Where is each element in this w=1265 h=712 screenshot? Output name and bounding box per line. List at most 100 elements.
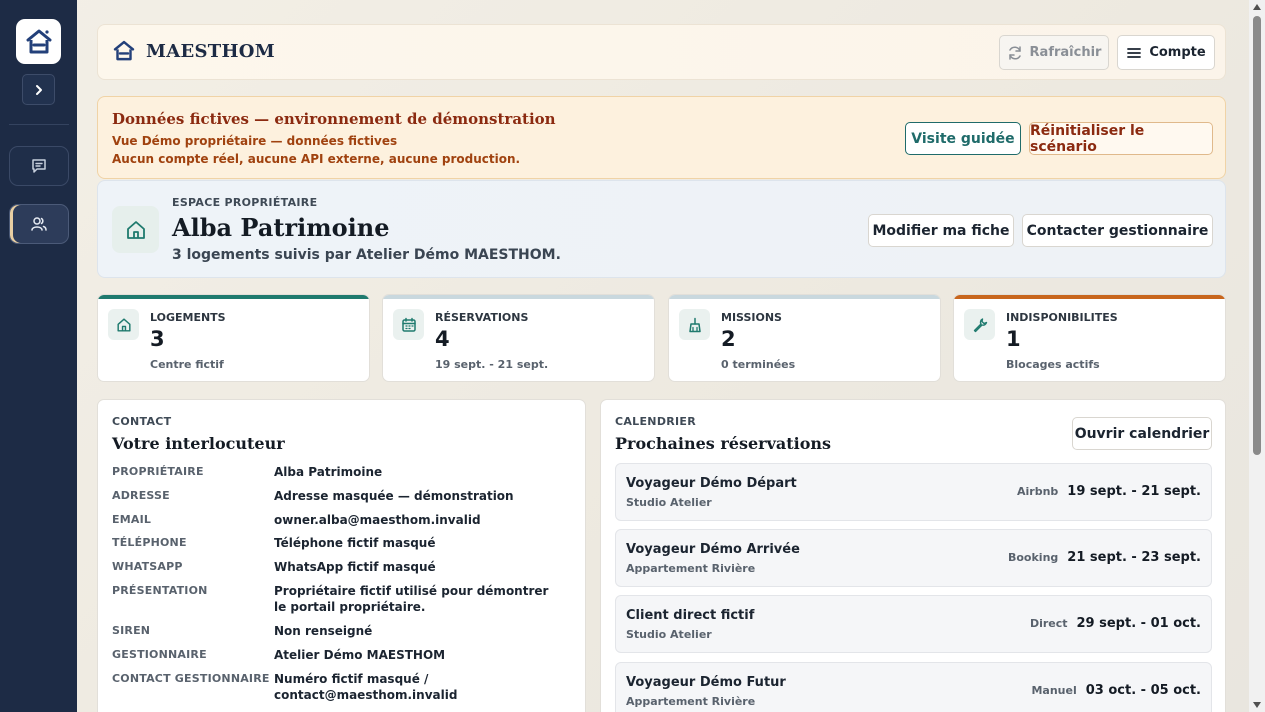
reset-scenario-button[interactable]: Réinitialiser le scénario [1029, 122, 1213, 155]
contact-eyebrow: CONTACT [112, 415, 172, 428]
contact-value: Alba Patrimoine [274, 465, 383, 479]
reservation-item[interactable]: Voyageur Démo Arrivée Appartement Rivièr… [615, 529, 1212, 587]
home-icon [116, 317, 131, 332]
contact-value: Propriétaire fictif utilisé pour démontr… [274, 584, 549, 614]
house-logo-icon [26, 29, 51, 53]
contact-row-owner: PROPRIÉTAIRE Alba Patrimoine [112, 464, 572, 480]
contact-row-presentation: PRÉSENTATION Propriétaire fictif utilisé… [112, 583, 572, 615]
guided-tour-button[interactable]: Visite guidée [905, 122, 1021, 155]
reservation-channel: Airbnb [1016, 485, 1059, 498]
open-calendar-button[interactable]: Ouvrir calendrier [1072, 417, 1212, 450]
menu-icon [1127, 47, 1142, 58]
wrench-icon [973, 317, 987, 332]
contact-key: ADRESSE [112, 489, 170, 502]
stat-label: MISSIONS [721, 311, 782, 324]
reservation-meta: Manuel 03 oct. - 05 oct. [1031, 683, 1201, 698]
contact-value: Atelier Démo MAESTHOM [274, 648, 446, 662]
calendar-title: Prochaines réservations [615, 434, 832, 453]
page-scrollbar[interactable] [1249, 0, 1265, 712]
reservation-guest: Voyageur Démo Futur [626, 675, 786, 690]
stat-value: 4 [435, 327, 450, 351]
contact-title: Votre interlocuteur [112, 434, 285, 453]
stat-accent [669, 295, 940, 299]
contact-row-manager-contact: CONTACT GESTIONNAIRE Numéro fictif masqu… [112, 671, 572, 703]
brand[interactable]: MAESTHOM [111, 38, 275, 64]
stat-accent [954, 295, 1225, 299]
stat-icon-badge [393, 309, 424, 340]
stat-accent [98, 295, 369, 299]
stat-sub: Centre fictif [150, 358, 224, 371]
contact-value: WhatsApp fictif masqué [274, 560, 436, 574]
message-icon [32, 159, 46, 173]
sidebar [0, 0, 77, 712]
top-bar: MAESTHOM Rafraîchir Compte [97, 24, 1226, 80]
stat-value: 2 [721, 327, 736, 351]
contact-key: SIREN [112, 624, 151, 637]
edit-profile-button[interactable]: Modifier ma fiche [868, 214, 1014, 247]
contact-key: EMAIL [112, 513, 152, 526]
contact-row-whatsapp: WHATSAPP WhatsApp fictif masqué [112, 559, 572, 575]
scroll-up-arrow-icon[interactable] [1253, 4, 1261, 10]
account-label: Compte [1149, 45, 1206, 60]
demo-banner: Données fictives — environnement de démo… [97, 96, 1226, 179]
reservation-dates: 21 sept. - 23 sept. [1067, 550, 1201, 565]
owner-eyebrow: ESPACE PROPRIÉTAIRE [172, 196, 318, 209]
stat-sub: 0 terminées [721, 358, 796, 371]
contact-card: CONTACT Votre interlocuteur PROPRIÉTAIRE… [97, 399, 586, 712]
contact-manager-button[interactable]: Contacter gestionnaire [1022, 214, 1213, 247]
reservation-channel: Manuel [1031, 684, 1077, 697]
reservation-dates: 19 sept. - 21 sept. [1067, 484, 1201, 499]
reservation-channel: Booking [1007, 551, 1059, 564]
owner-subtitle: 3 logements suivis par Atelier Démo MAES… [172, 247, 561, 263]
stat-label: RÉSERVATIONS [435, 311, 529, 324]
demo-banner-line-1: Vue Démo propriétaire — données fictives [112, 134, 398, 148]
scrollbar-thumb[interactable] [1253, 16, 1261, 455]
stat-icon-badge [679, 309, 710, 340]
refresh-button[interactable]: Rafraîchir [999, 35, 1109, 70]
stat-card-reservations[interactable]: RÉSERVATIONS 4 19 sept. - 21 sept. [382, 294, 655, 382]
users-icon [31, 217, 47, 231]
contact-value: Non renseigné [274, 624, 373, 638]
home-icon [126, 220, 145, 239]
contact-value[interactable]: owner.alba@maesthom.invalid [274, 512, 559, 528]
contact-row-siren: SIREN Non renseigné [112, 623, 572, 639]
reservation-guest: Voyageur Démo Départ [626, 476, 797, 491]
sidebar-item-messages[interactable] [9, 146, 69, 186]
contact-key: WHATSAPP [112, 560, 183, 573]
expand-sidebar-button[interactable] [22, 74, 55, 105]
stat-label: LOGEMENTS [150, 311, 226, 324]
demo-banner-line-2: Aucun compte réel, aucune API externe, a… [112, 152, 521, 166]
reservation-dates: 03 oct. - 05 oct. [1085, 683, 1201, 698]
calendar-card: CALENDRIER Prochaines réservations Ouvri… [600, 399, 1226, 712]
sidebar-divider [9, 124, 69, 125]
reservation-channel: Direct [1029, 617, 1068, 630]
stat-card-missions[interactable]: MISSIONS 2 0 terminées [668, 294, 941, 382]
account-menu-button[interactable]: Compte [1117, 35, 1215, 70]
calendar-icon [401, 317, 416, 332]
scroll-down-arrow-icon[interactable] [1253, 702, 1261, 708]
contact-row-phone: TÉLÉPHONE Téléphone fictif masqué [112, 535, 572, 551]
contact-row-manager: GESTIONNAIRE Atelier Démo MAESTHOM [112, 647, 572, 663]
stat-value: 3 [150, 327, 165, 351]
owner-home-badge [112, 206, 159, 253]
reservation-guest: Voyageur Démo Arrivée [626, 542, 800, 557]
reservation-item[interactable]: Voyageur Démo Futur Appartement Rivière … [615, 662, 1212, 712]
owner-name: Alba Patrimoine [172, 213, 390, 242]
reservation-meta: Booking 21 sept. - 23 sept. [1008, 550, 1201, 565]
reservation-guest: Client direct fictif [626, 608, 755, 623]
reservation-item[interactable]: Voyageur Démo Départ Studio Atelier Airb… [615, 463, 1212, 521]
sidebar-item-owners[interactable] [9, 204, 69, 244]
contact-key: CONTACT GESTIONNAIRE [112, 672, 270, 685]
app-logo[interactable] [16, 19, 61, 64]
broom-icon [688, 317, 701, 332]
house-logo-icon [113, 40, 135, 61]
stat-card-indisponibilites[interactable]: INDISPONIBILITES 1 Blocages actifs [953, 294, 1226, 382]
reservation-dates: 29 sept. - 01 oct. [1076, 616, 1201, 631]
demo-banner-title: Données fictives — environnement de démo… [112, 110, 556, 128]
reservation-item[interactable]: Client direct fictif Studio Atelier Dire… [615, 595, 1212, 653]
contact-row-address: ADRESSE Adresse masquée — démonstration [112, 488, 572, 504]
contact-key: GESTIONNAIRE [112, 648, 207, 661]
chevron-right-icon [35, 84, 42, 95]
contact-value: Téléphone fictif masqué [274, 536, 436, 550]
stat-card-logements[interactable]: LOGEMENTS 3 Centre fictif [97, 294, 370, 382]
